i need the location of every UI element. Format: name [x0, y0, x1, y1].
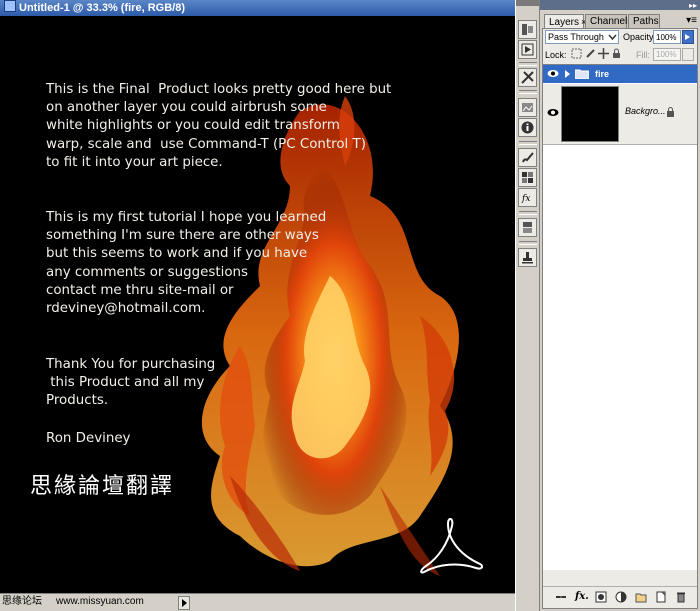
- actions-panel-button[interactable]: [518, 40, 537, 59]
- styles-panel-button[interactable]: fx: [518, 188, 537, 207]
- fx-icon: fx: [521, 194, 530, 204]
- status-menu-arrow[interactable]: [178, 596, 190, 610]
- image-icon: [522, 103, 533, 112]
- tutorial-paragraph-1: This is the Final Product looks pretty g…: [46, 82, 392, 170]
- brush-icon: [522, 152, 534, 163]
- tool-presets-button[interactable]: [518, 68, 537, 87]
- panel-dock-strip: fx: [515, 0, 540, 611]
- layers-panel-footer: fx.: [543, 586, 697, 609]
- tab-paths[interactable]: Paths: [628, 14, 660, 28]
- layer-mask-icon[interactable]: [595, 591, 607, 603]
- layers-stack-icon: [523, 222, 532, 233]
- tab-layers-label: Layers: [549, 17, 580, 28]
- opacity-label: Opacity:: [623, 32, 657, 42]
- info-panel-button[interactable]: [518, 118, 537, 137]
- new-layer-icon[interactable]: [655, 591, 667, 603]
- tab-channels-label: Channels: [590, 16, 633, 27]
- layer-list: fire Backgro...: [543, 64, 697, 570]
- opacity-field[interactable]: 100%: [653, 30, 681, 44]
- panel-titlebar[interactable]: ▸▸: [540, 0, 700, 10]
- document-titlebar[interactable]: Untitled-1 @ 33.3% (fire, RGB/8): [0, 0, 538, 16]
- tab-channels[interactable]: Channels: [585, 14, 632, 28]
- status-bar: 思缘论坛 www.missyuan.com: [0, 593, 538, 611]
- document-title: Untitled-1 @ 33.3% (fire, RGB/8): [19, 2, 185, 14]
- clone-source-button[interactable]: [518, 248, 537, 267]
- fill-label: Fill:: [636, 50, 650, 60]
- swatches-icon: [522, 172, 533, 183]
- svg-text:fx: fx: [521, 194, 530, 204]
- chevron-down-icon: [608, 34, 617, 41]
- tab-paths-label: Paths: [633, 16, 659, 27]
- eye-icon[interactable]: [547, 108, 559, 117]
- tutorial-paragraph-3: Thank You for purchasing this Product an…: [46, 357, 216, 409]
- fill-field[interactable]: 100%: [653, 48, 681, 61]
- tools-icon: [521, 71, 534, 84]
- folder-icon: [575, 69, 589, 79]
- author-signature: Ron Deviney: [46, 431, 131, 446]
- blend-mode-select[interactable]: Pass Through: [545, 30, 619, 44]
- new-group-folder-icon[interactable]: [635, 591, 647, 603]
- acrobat-logo-icon: [420, 518, 484, 574]
- info-icon: [521, 121, 534, 134]
- play-icon: [521, 43, 534, 56]
- dock-grip[interactable]: [516, 0, 540, 6]
- layer-comps-button[interactable]: [518, 218, 537, 237]
- lock-label: Lock:: [545, 50, 567, 60]
- lock-position-icon[interactable]: [598, 48, 609, 59]
- photoshop-doc-icon: [4, 0, 16, 12]
- link-layers-icon[interactable]: [555, 591, 567, 603]
- layer-style-fx-icon[interactable]: fx.: [575, 591, 589, 603]
- status-site: www.missyuan.com: [56, 596, 144, 607]
- tab-layers[interactable]: Layers ×: [544, 14, 586, 28]
- layer-name-fire: fire: [595, 69, 610, 79]
- history-icon: [522, 24, 533, 35]
- collapse-icon[interactable]: ▸▸: [689, 1, 697, 10]
- layer-row-background[interactable]: Backgro...: [543, 84, 697, 145]
- lock-icon: [667, 107, 674, 117]
- lock-pixels-icon[interactable]: [585, 48, 596, 59]
- adjustment-layer-icon[interactable]: [615, 591, 627, 603]
- brushes-panel-button[interactable]: [518, 148, 537, 167]
- document-window: Untitled-1 @ 33.3% (fire, RGB/8) This is…: [0, 0, 538, 611]
- layers-panel: ▸▸ Layers × Channels Paths ▾≡ Pass Throug…: [539, 0, 700, 611]
- document-canvas[interactable]: This is the Final Product looks pretty g…: [0, 16, 538, 593]
- layer-name-background: Backgro...: [625, 106, 666, 116]
- navigator-panel-button[interactable]: [518, 98, 537, 117]
- expand-triangle-icon[interactable]: [565, 70, 570, 78]
- lock-all-icon[interactable]: [611, 48, 622, 59]
- layer-row-fire[interactable]: fire: [543, 65, 697, 83]
- tutorial-paragraph-2: This is my first tutorial I hope you lea…: [46, 210, 327, 317]
- panel-menu-icon[interactable]: ▾≡: [686, 15, 697, 26]
- history-panel-button[interactable]: [518, 20, 537, 39]
- fill-slider-button[interactable]: [682, 48, 694, 61]
- forum-watermark: 思緣論壇翻譯: [30, 474, 175, 499]
- swatches-panel-button[interactable]: [518, 168, 537, 187]
- lock-transparency-icon[interactable]: [571, 48, 582, 59]
- layers-panel-body: Pass Through Opacity: 100% Lock: Fill: 1…: [542, 28, 698, 609]
- opacity-slider-button[interactable]: [682, 30, 694, 44]
- stamp-icon: [522, 252, 533, 264]
- trash-icon[interactable]: [675, 591, 687, 603]
- blend-mode-value: Pass Through: [548, 32, 604, 42]
- status-zoom: 思缘论坛: [2, 596, 42, 607]
- eye-icon[interactable]: [547, 69, 559, 78]
- layer-thumbnail: [561, 86, 619, 142]
